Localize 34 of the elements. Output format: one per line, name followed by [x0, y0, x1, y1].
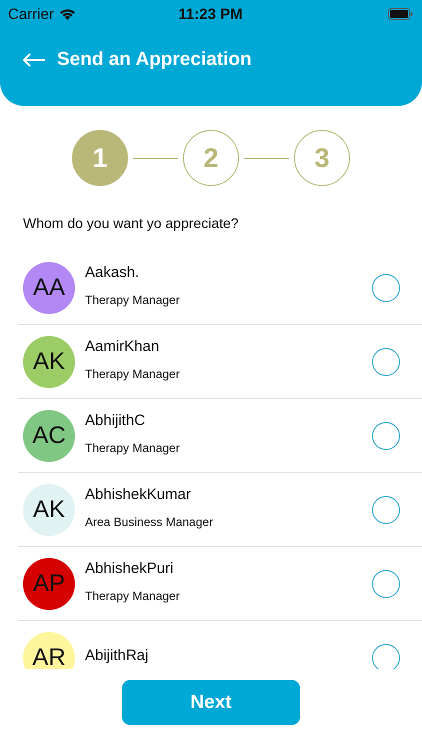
radio-button[interactable] [372, 496, 400, 524]
clock-time: 11:23 PM [178, 6, 243, 22]
screen-title: Send an Appreciation [57, 49, 252, 71]
person-name: AbhishekKumar [85, 486, 192, 503]
person-name: AbhijithC [85, 412, 146, 429]
person-name: Aakash. [85, 264, 140, 281]
step-indicator: 2 [183, 130, 239, 186]
wifi-icon [58, 8, 76, 20]
person-role: Therapy Manager [85, 441, 181, 455]
person-role: Therapy Manager [85, 293, 181, 307]
battery-icon [388, 8, 413, 20]
back-arrow-icon[interactable] [22, 53, 46, 67]
question-text: Whom do you want yo appreciate? [23, 215, 240, 233]
avatar-initials: AR [23, 632, 75, 669]
radio-button[interactable] [372, 274, 400, 302]
avatar-initials: AA [23, 262, 75, 314]
person-name: AamirKhan [85, 338, 160, 355]
avatar-initials: AC [23, 410, 75, 462]
person-name: AbhishekPuri [85, 560, 174, 577]
avatar-initials: AP [23, 558, 75, 610]
person-name: AbijithRaj [85, 647, 150, 664]
avatar-initials: AK [23, 336, 75, 388]
avatar-initials: AK [23, 484, 75, 536]
person-role: Therapy Manager [85, 589, 181, 603]
person-role: Therapy Manager [85, 367, 181, 381]
radio-button[interactable] [372, 348, 400, 376]
carrier-label: Carrier [8, 6, 54, 22]
radio-button[interactable] [372, 570, 400, 598]
radio-button[interactable] [372, 422, 400, 450]
person-role: Area Business Manager [85, 515, 214, 529]
step-indicator: 1 [72, 130, 128, 186]
radio-button[interactable] [372, 644, 400, 669]
next-button[interactable]: Next [122, 680, 300, 725]
step-indicator: 3 [294, 130, 350, 186]
